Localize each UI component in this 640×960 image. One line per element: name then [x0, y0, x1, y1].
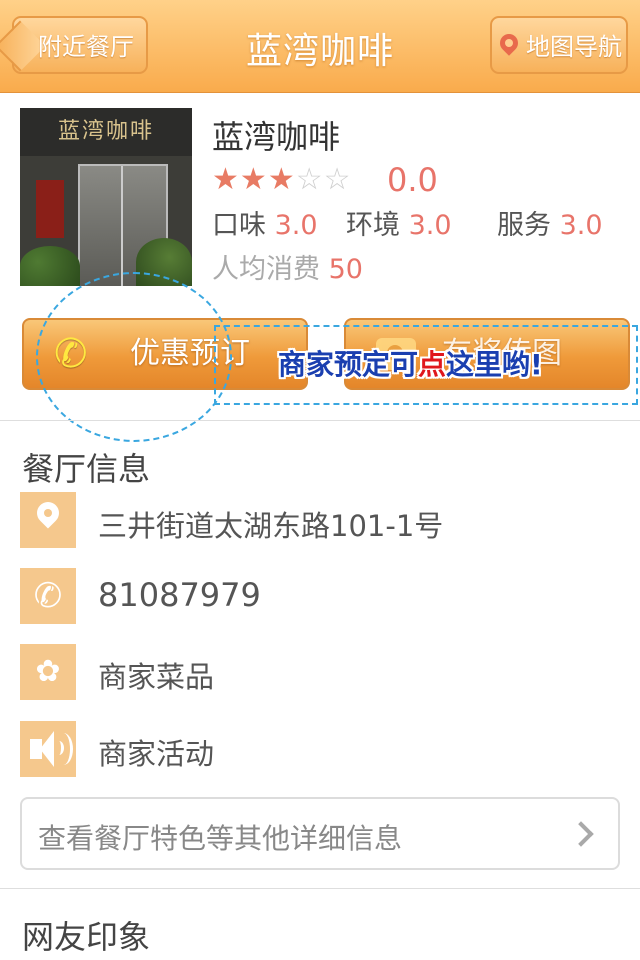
score-service: 服务 3.0 [497, 203, 603, 242]
section-divider [0, 888, 640, 889]
score-value: 3.0 [274, 210, 318, 241]
score-label: 服务 [497, 210, 551, 241]
map-pin-icon [496, 30, 522, 56]
average-spend-label: 人均消费 [212, 254, 320, 285]
hint-text: 商家预定可 [278, 348, 419, 381]
discount-booking-label: 优惠预订 [130, 336, 250, 371]
star-empty-icon: ☆ [295, 162, 324, 197]
map-navigation-label: 地图导航 [526, 33, 622, 61]
merchant-dishes-link[interactable]: 商家菜品 [98, 654, 214, 696]
score-value: 3.0 [408, 210, 452, 241]
booking-hint-annotation: 商家预定可点这里哟! [278, 343, 543, 383]
hint-text-end: 这里哟! [446, 348, 543, 381]
address-text[interactable]: 三井街道太湖东路101-1号 [98, 503, 443, 545]
score-environment: 环境 3.0 [346, 203, 452, 242]
star-filled-icon: ★ [239, 162, 268, 197]
restaurant-name: 蓝湾咖啡 [212, 118, 341, 156]
section-divider [0, 420, 640, 421]
star-empty-icon: ☆ [323, 162, 352, 197]
rating-value: 0.0 [387, 161, 438, 199]
photo-shop-sign: 蓝湾咖啡 [20, 108, 192, 156]
star-filled-icon: ★ [212, 162, 240, 197]
flower-icon: ✿ [20, 644, 76, 700]
user-impressions-title: 网友印象 [22, 918, 151, 956]
hint-highlight: 点 [418, 348, 447, 381]
restaurant-info-title: 餐厅信息 [22, 450, 151, 488]
location-pin-icon [20, 492, 76, 548]
score-label: 环境 [346, 210, 400, 241]
phone-icon: ✆ [54, 331, 88, 377]
merchant-events-link[interactable]: 商家活动 [98, 731, 214, 773]
restaurant-photo[interactable]: 蓝湾咖啡 [20, 108, 192, 286]
average-spend: 人均消费 50 [212, 247, 363, 286]
map-navigation-button[interactable]: 地图导航 [490, 16, 628, 74]
score-label: 口味 [212, 210, 266, 241]
phone-icon: ✆ [20, 568, 76, 624]
star-rating: ★★★☆☆ [212, 162, 352, 197]
restaurant-details-button[interactable]: 查看餐厅特色等其他详细信息 [20, 797, 620, 870]
discount-booking-button[interactable]: ✆ 优惠预订 [22, 318, 308, 390]
chevron-right-icon [568, 821, 594, 847]
restaurant-details-label: 查看餐厅特色等其他详细信息 [38, 822, 403, 855]
score-taste: 口味 3.0 [212, 203, 318, 242]
speaker-icon [20, 721, 76, 777]
phone-number-link[interactable]: 81087979 [98, 576, 261, 614]
star-filled-icon: ★ [267, 162, 296, 197]
score-value: 3.0 [559, 210, 603, 241]
average-spend-value: 50 [328, 254, 363, 285]
header-bar: 附近餐厅 蓝湾咖啡 地图导航 [0, 0, 640, 93]
